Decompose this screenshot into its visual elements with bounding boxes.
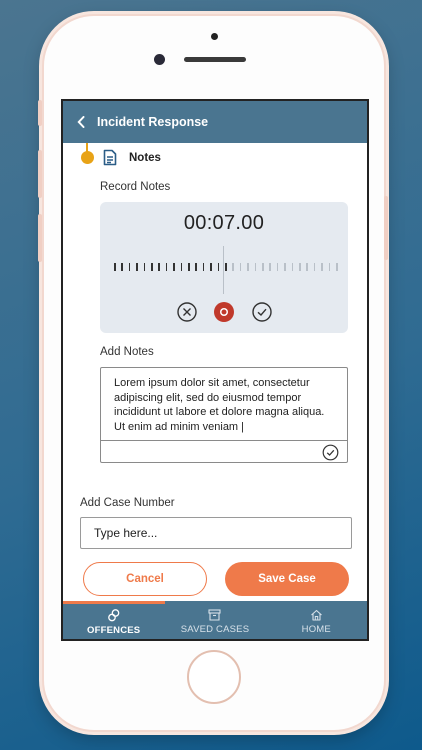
document-icon [103, 149, 117, 166]
waveform-tick [180, 263, 183, 271]
waveform-tick [284, 263, 286, 271]
waveform-tick [321, 263, 323, 271]
tab-label: SAVED CASES [180, 624, 250, 635]
confirm-icon[interactable] [251, 301, 273, 323]
waveform-tick [247, 263, 249, 271]
notes-text: Lorem ipsum dolor sit amet, consectetur … [114, 377, 325, 433]
home-button[interactable] [187, 650, 241, 704]
section-title: Notes [129, 151, 161, 164]
waveform-tick [165, 263, 168, 271]
check-circle-icon[interactable] [322, 444, 339, 461]
waveform-tick [136, 263, 138, 271]
waveform-tick [158, 263, 160, 271]
waveform-tick [254, 263, 257, 271]
waveform-tick [143, 263, 146, 271]
earpiece-speaker [184, 57, 246, 62]
waveform-tick [239, 263, 242, 271]
page-title: Incident Response [97, 115, 209, 129]
waveform-tick [121, 263, 123, 271]
case-number-label: Add Case Number [80, 497, 175, 509]
waveform-tick [210, 263, 212, 271]
waveform-tick [232, 263, 234, 271]
waveform-tick [269, 263, 271, 271]
tab-saved-cases[interactable]: SAVED CASES [164, 601, 265, 639]
waveform-tick [225, 263, 227, 271]
waveform-tick [299, 263, 301, 271]
section-header: Notes [103, 149, 161, 166]
waveform-tick [276, 263, 279, 271]
waveform-tick [336, 263, 338, 271]
app-screen: Incident Response Notes Record Notes 00:… [61, 99, 369, 641]
waveform-tick [202, 263, 205, 271]
offences-icon [107, 608, 120, 621]
power-button [384, 196, 388, 260]
waveform-tick [195, 263, 197, 271]
waveform-ticks [114, 260, 338, 274]
notes-divider [101, 440, 347, 441]
record-notes-label: Record Notes [100, 181, 171, 193]
waveform-tick [291, 263, 294, 271]
front-camera [154, 54, 165, 65]
timeline-dot [81, 151, 94, 164]
tab-offences[interactable]: OFFENCES [63, 601, 164, 639]
waveform-tick [151, 263, 153, 271]
waveform-tick [188, 263, 190, 271]
waveform-tick [173, 263, 175, 271]
waveform-tick [114, 263, 116, 271]
notes-textarea[interactable]: Lorem ipsum dolor sit amet, consectetur … [100, 367, 348, 463]
waveform-tick [262, 263, 264, 271]
home-icon [310, 609, 322, 621]
volume-down-button [38, 214, 42, 262]
volume-up-button [38, 150, 42, 198]
active-tab-indicator [63, 601, 165, 604]
waveform-tick [217, 263, 220, 271]
save-case-button[interactable]: Save Case [225, 562, 349, 596]
tab-label: OFFENCES [87, 624, 141, 636]
case-number-input[interactable] [80, 517, 352, 549]
add-notes-label: Add Notes [100, 346, 154, 358]
chevron-left-icon[interactable] [77, 115, 91, 129]
discard-icon[interactable] [176, 301, 198, 323]
voice-recorder: 00:07.00 [100, 202, 348, 333]
bottom-tab-bar: OFFENCES SAVED CASES HOME [63, 601, 367, 639]
tab-label: HOME [301, 624, 331, 635]
tab-home[interactable]: HOME [266, 601, 367, 639]
waveform-tick [128, 263, 131, 271]
timer-readout: 00:07.00 [183, 212, 265, 234]
app-header: Incident Response [63, 101, 367, 143]
mute-switch [38, 100, 42, 126]
waveform-tick [313, 263, 316, 271]
waveform-tick [328, 263, 331, 271]
archive-icon [208, 609, 222, 621]
record-icon[interactable] [213, 301, 235, 323]
proximity-sensor [211, 33, 218, 40]
cancel-button[interactable]: Cancel [83, 562, 207, 596]
waveform-tick [306, 263, 308, 271]
